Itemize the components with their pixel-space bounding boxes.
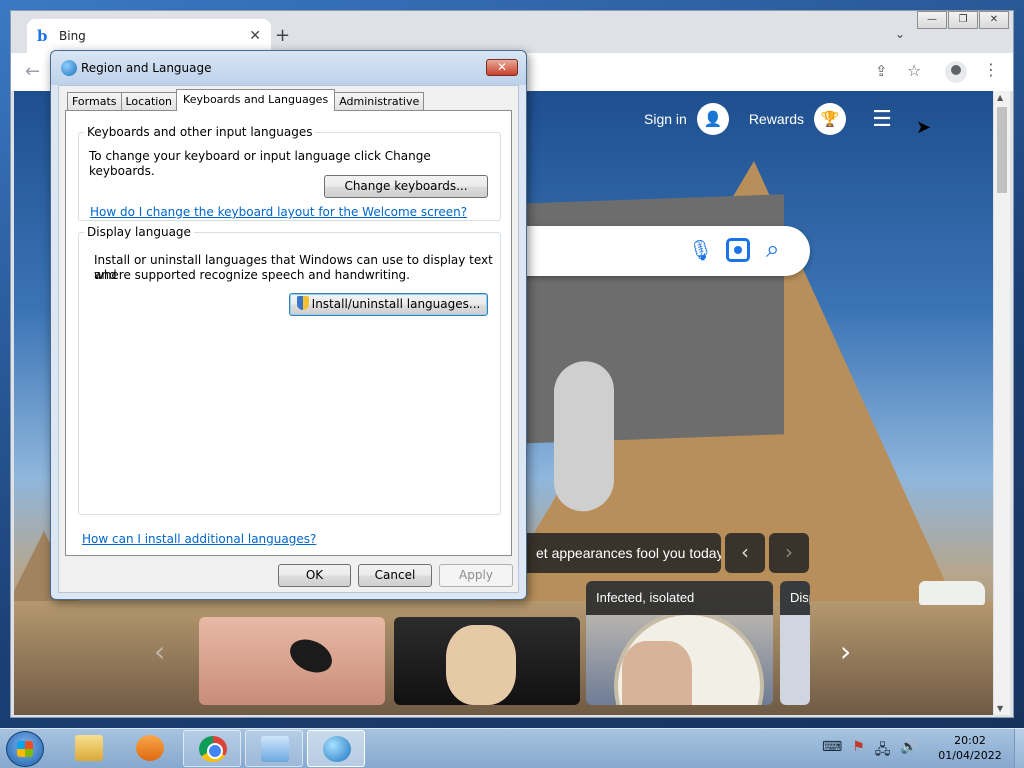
- previous-image-button[interactable]: ‹: [725, 533, 765, 573]
- cancel-button[interactable]: Cancel: [358, 564, 432, 587]
- next-image-button[interactable]: ›: [769, 533, 809, 573]
- search-icon[interactable]: ⌕: [766, 235, 779, 263]
- carousel-right-icon[interactable]: ›: [840, 635, 851, 668]
- start-button[interactable]: [6, 731, 44, 767]
- restore-button[interactable]: ❐: [948, 11, 978, 29]
- apply-button[interactable]: Apply: [439, 564, 513, 587]
- scroll-thumb[interactable]: [997, 107, 1007, 193]
- taskbar-chrome[interactable]: [183, 730, 241, 767]
- taskbar: ⌨ ⚑ 🖧 🔊 20:02 01/04/2022: [0, 728, 1024, 768]
- display-language-legend: Display language: [87, 225, 191, 239]
- action-center-icon[interactable]: ⚑: [852, 739, 865, 763]
- keyboards-group: Keyboards and other input languages To c…: [78, 125, 501, 221]
- hand-image: [554, 360, 614, 513]
- leech-image: [284, 633, 338, 679]
- microphone-icon[interactable]: 🎙: [688, 238, 713, 262]
- carousel-left-icon[interactable]: ‹: [154, 635, 165, 668]
- taskbar-control-panel[interactable]: [245, 730, 303, 767]
- scroll-down-icon[interactable]: ▼: [997, 704, 1003, 713]
- clock-date: 01/04/2022: [938, 749, 1002, 762]
- control-panel-icon: [261, 736, 289, 762]
- taskbar-explorer[interactable]: [60, 730, 118, 767]
- news-card[interactable]: [199, 617, 385, 705]
- tab-title: Bing: [59, 29, 86, 43]
- show-desktop-button[interactable]: [1014, 729, 1024, 768]
- tab-administrative[interactable]: Administrative: [334, 92, 425, 110]
- hamburger-menu-icon[interactable]: ☰: [872, 107, 892, 132]
- taskbar-clock[interactable]: 20:02 01/04/2022: [928, 733, 1012, 763]
- back-arrow-icon[interactable]: ←: [25, 61, 40, 82]
- volume-icon[interactable]: 🔊: [900, 739, 917, 763]
- bookmark-star-icon[interactable]: ☆: [907, 61, 921, 80]
- tab-strip: b Bing ✕ + ⌄: [11, 11, 1013, 53]
- install-uninstall-languages-label: Install/uninstall languages...: [311, 297, 481, 311]
- taskbar-region-and-language[interactable]: [307, 730, 365, 767]
- person-image: [622, 641, 692, 705]
- globe-icon: [61, 60, 77, 76]
- news-card[interactable]: Disp: [780, 581, 810, 705]
- system-tray: ⌨ ⚑ 🖧 🔊: [822, 739, 918, 763]
- person-image: [446, 625, 516, 705]
- install-uninstall-languages-button[interactable]: Install/uninstall languages...: [289, 293, 488, 316]
- globe-clock-icon: [323, 736, 351, 762]
- ok-button[interactable]: OK: [278, 564, 351, 587]
- page-scrollbar[interactable]: ▲ ▼: [994, 91, 1010, 715]
- display-language-group: Display language Install or uninstall la…: [78, 225, 501, 515]
- minimize-button[interactable]: —: [917, 11, 947, 29]
- keyboard-icon[interactable]: ⌨: [822, 739, 842, 763]
- tab-panel: Keyboards and other input languages To c…: [65, 110, 512, 556]
- new-tab-icon[interactable]: +: [275, 25, 290, 46]
- news-card[interactable]: [394, 617, 580, 705]
- clock-time: 20:02: [954, 734, 986, 747]
- chrome-icon: [199, 736, 227, 762]
- tab-location[interactable]: Location: [120, 92, 178, 110]
- tab-search-icon[interactable]: ⌄: [895, 27, 905, 41]
- user-icon[interactable]: 👤: [696, 103, 729, 135]
- card-title: Infected, isolated: [586, 581, 773, 615]
- visual-search-icon[interactable]: [726, 238, 750, 262]
- bing-header: Sign in 👤 Rewards 🏆 ☰: [644, 103, 892, 135]
- change-keyboards-button[interactable]: Change keyboards...: [324, 175, 488, 198]
- profile-avatar-icon[interactable]: [945, 61, 967, 83]
- van-image: [919, 581, 985, 605]
- card-title: Disp: [780, 581, 810, 615]
- dialog-titlebar[interactable]: Region and Language ✕: [51, 51, 526, 85]
- mouse-cursor-icon: ➤: [916, 117, 932, 138]
- keyboards-group-legend: Keyboards and other input languages: [87, 125, 313, 139]
- window-caption-buttons: — ❐ ✕: [917, 11, 1009, 31]
- welcome-screen-keyboard-link[interactable]: How do I change the keyboard layout for …: [90, 205, 467, 219]
- dialog-close-button[interactable]: ✕: [486, 59, 518, 76]
- kebab-menu-icon[interactable]: ⋮: [983, 60, 999, 79]
- tab-bing[interactable]: b Bing ✕: [27, 19, 271, 53]
- taskbar-media-player[interactable]: [121, 730, 179, 767]
- news-card[interactable]: Infected, isolated: [586, 581, 773, 705]
- rewards-link[interactable]: Rewards: [749, 111, 804, 127]
- tab-keyboards-and-languages[interactable]: Keyboards and Languages: [176, 89, 336, 111]
- uac-shield-icon: [296, 296, 309, 310]
- share-icon[interactable]: ⇪: [875, 62, 888, 80]
- dialog-body: Formats Location Keyboards and Languages…: [58, 85, 519, 593]
- dialog-tabs: Formats Location Keyboards and Languages…: [67, 89, 425, 111]
- scroll-up-icon[interactable]: ▲: [997, 93, 1003, 102]
- region-and-language-dialog: Region and Language ✕ Formats Location K…: [50, 50, 527, 600]
- trophy-icon[interactable]: 🏆: [814, 103, 847, 135]
- window-close-button[interactable]: ✕: [979, 11, 1009, 29]
- tab-close-icon[interactable]: ✕: [249, 28, 261, 44]
- sign-in-link[interactable]: Sign in: [644, 111, 687, 127]
- folder-icon: [75, 735, 103, 761]
- install-additional-languages-link[interactable]: How can I install additional languages?: [82, 532, 316, 546]
- network-icon[interactable]: 🖧: [875, 739, 891, 763]
- media-player-icon: [136, 735, 164, 761]
- bing-logo-icon: b: [37, 27, 48, 45]
- tab-formats[interactable]: Formats: [67, 92, 122, 110]
- dialog-title: Region and Language: [81, 61, 212, 75]
- display-language-description-line2: where supported recognize speech and han…: [94, 268, 410, 282]
